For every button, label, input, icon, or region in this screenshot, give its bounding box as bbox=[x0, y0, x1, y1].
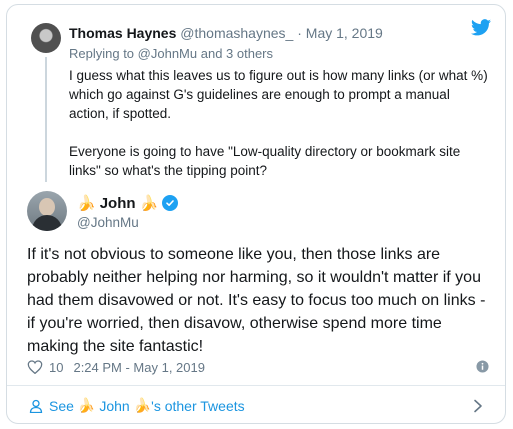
reply-body: I guess what this leaves us to figure ou… bbox=[69, 66, 489, 180]
user-icon bbox=[29, 399, 43, 413]
tweet-timestamp[interactable]: 2:24 PM - May 1, 2019 bbox=[73, 360, 205, 375]
footer-suffix-label: 's other Tweets bbox=[151, 397, 245, 414]
reply-paragraph-1: I guess what this leaves us to figure ou… bbox=[69, 68, 488, 121]
twitter-bird-icon[interactable] bbox=[471, 19, 491, 36]
banana-emoji-right: 🍌 bbox=[139, 195, 159, 212]
reply-date[interactable]: May 1, 2019 bbox=[306, 25, 383, 41]
chevron-right-icon[interactable] bbox=[473, 399, 483, 413]
avatar-head-shape bbox=[39, 198, 55, 216]
author-handle[interactable]: @JohnMu bbox=[77, 215, 139, 230]
reply-author-name[interactable]: Thomas Haynes bbox=[69, 25, 176, 41]
footer-see-label: See bbox=[49, 397, 74, 414]
reply-avatar[interactable] bbox=[31, 23, 61, 53]
banana-emoji-left: 🍌 bbox=[77, 195, 96, 212]
reply-author-handle[interactable]: @thomashaynes_ bbox=[180, 25, 293, 41]
tweet-text: If it's not obvious to someone like you,… bbox=[27, 246, 486, 355]
avatar-body-shape bbox=[32, 215, 62, 231]
embedded-tweet-card: Thomas Haynes @thomashaynes_ · May 1, 20… bbox=[6, 4, 506, 424]
footer-banana-emoji-left: 🍌 bbox=[77, 397, 96, 413]
footer-banana-emoji-right: 🍌 bbox=[133, 397, 152, 413]
info-icon[interactable] bbox=[476, 360, 489, 373]
thread-connector-line bbox=[45, 57, 47, 182]
reply-paragraph-2: Everyone is going to have "Low-quality d… bbox=[69, 144, 461, 178]
see-other-tweets-link[interactable]: See 🍌 John 🍌's other Tweets bbox=[7, 386, 505, 423]
footer-author-name: John bbox=[99, 397, 130, 414]
tweet-meta-row: 10 2:24 PM - May 1, 2019 bbox=[27, 357, 489, 377]
heart-icon[interactable] bbox=[27, 360, 43, 374]
author-name: John bbox=[99, 194, 136, 212]
reply-header: Thomas Haynes @thomashaynes_ · May 1, 20… bbox=[69, 25, 383, 41]
verified-badge-icon bbox=[162, 195, 179, 211]
reply-separator-dot: · bbox=[297, 25, 302, 41]
author-avatar[interactable] bbox=[27, 191, 67, 231]
replying-to-users-link[interactable]: @JohnMu and 3 others bbox=[138, 46, 273, 61]
replying-to-line: Replying to @JohnMu and 3 others bbox=[69, 46, 273, 61]
author-name-row[interactable]: 🍌 John 🍌 bbox=[77, 194, 179, 212]
replying-to-label: Replying to bbox=[69, 46, 135, 61]
like-count[interactable]: 10 bbox=[49, 360, 63, 375]
